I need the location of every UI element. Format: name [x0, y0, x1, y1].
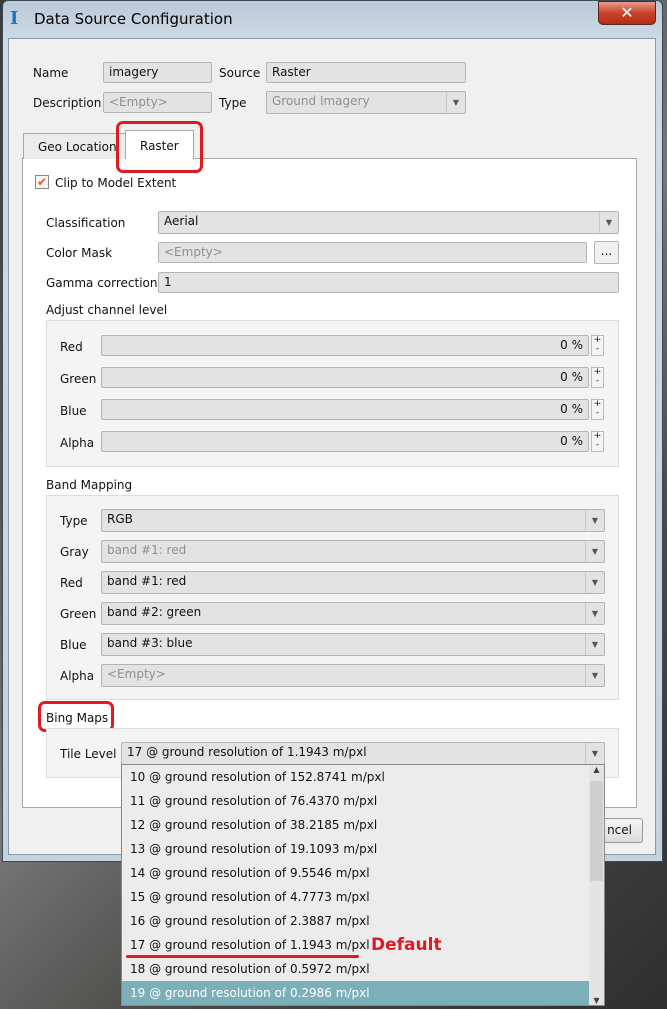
- dropdown-option[interactable]: 16 @ ground resolution of 2.3887 m/pxl: [122, 909, 590, 933]
- default-underline: [126, 955, 359, 958]
- name-label: Name: [33, 66, 69, 80]
- default-annotation: Default: [371, 935, 442, 955]
- gamma-input[interactable]: 1: [158, 272, 619, 293]
- band-label: Green: [60, 607, 97, 621]
- band-group-title: Band Mapping: [46, 478, 133, 492]
- color-mask-label: Color Mask: [46, 246, 113, 260]
- chevron-down-icon: ▼: [585, 743, 604, 764]
- tile-level-dropdown-list: 10 @ ground resolution of 152.8741 m/pxl…: [121, 764, 605, 1006]
- channel-spinner[interactable]: + -: [591, 399, 604, 420]
- channel-spinner[interactable]: + -: [591, 335, 604, 356]
- band-select[interactable]: band #1: red ▼: [101, 571, 605, 594]
- clip-checkbox[interactable]: ✔: [35, 175, 49, 189]
- chevron-down-icon: ▼: [585, 541, 604, 562]
- channel-label: Red: [60, 340, 83, 354]
- chevron-down-icon: ▼: [585, 510, 604, 531]
- app-icon: I: [10, 8, 19, 29]
- name-input[interactable]: imagery: [103, 62, 212, 83]
- tile-level-value: 17 @ ground resolution of 1.1943 m/pxl: [127, 745, 367, 759]
- tile-level-select[interactable]: 17 @ ground resolution of 1.1943 m/pxl ▼: [121, 742, 605, 765]
- channel-spinner[interactable]: + -: [591, 367, 604, 388]
- scroll-up-icon[interactable]: ▲: [589, 765, 604, 774]
- adjust-group-title: Adjust channel level: [46, 303, 168, 317]
- browse-button[interactable]: ...: [594, 241, 619, 264]
- band-label: Type: [60, 514, 88, 528]
- channel-input[interactable]: 0 %: [101, 335, 589, 356]
- tile-level-label: Tile Level: [60, 747, 117, 761]
- band-label: Gray: [60, 545, 89, 559]
- dropdown-option[interactable]: 19 @ ground resolution of 0.2986 m/pxl: [122, 981, 590, 1005]
- dropdown-option[interactable]: 14 @ ground resolution of 9.5546 m/pxl: [122, 861, 590, 885]
- band-label: Red: [60, 576, 83, 590]
- band-value: band #1: red: [107, 574, 187, 588]
- chevron-down-icon: ▼: [585, 634, 604, 655]
- dropdown-option[interactable]: 15 @ ground resolution of 4.7773 m/pxl: [122, 885, 590, 909]
- type-value: Ground Imagery: [272, 94, 370, 108]
- band-select[interactable]: band #2: green ▼: [101, 602, 605, 625]
- channel-input[interactable]: 0 %: [101, 399, 589, 420]
- dropdown-option[interactable]: 17 @ ground resolution of 1.1943 m/pxl: [122, 933, 590, 957]
- color-mask-input[interactable]: <Empty>: [158, 242, 587, 263]
- band-select[interactable]: RGB ▼: [101, 509, 605, 532]
- band-value: <Empty>: [107, 667, 166, 681]
- channel-spinner[interactable]: + -: [591, 431, 604, 452]
- band-value: band #1: red: [107, 543, 187, 557]
- clip-label: Clip to Model Extent: [55, 176, 177, 190]
- source-label: Source: [219, 66, 261, 80]
- band-select[interactable]: band #1: red ▼: [101, 540, 605, 563]
- band-value: band #3: blue: [107, 636, 193, 650]
- band-value: band #2: green: [107, 605, 202, 619]
- dropdown-option[interactable]: 11 @ ground resolution of 76.4370 m/pxl: [122, 789, 590, 813]
- band-select[interactable]: <Empty> ▼: [101, 664, 605, 687]
- dropdown-option[interactable]: 18 @ ground resolution of 0.5972 m/pxl: [122, 957, 590, 981]
- channel-label: Blue: [60, 404, 87, 418]
- classification-value: Aerial: [164, 214, 199, 228]
- dropdown-option[interactable]: 12 @ ground resolution of 38.2185 m/pxl: [122, 813, 590, 837]
- dropdown-option[interactable]: 13 @ ground resolution of 19.1093 m/pxl: [122, 837, 590, 861]
- band-value: RGB: [107, 512, 133, 526]
- scroll-down-icon[interactable]: ▼: [589, 996, 604, 1005]
- channel-input[interactable]: 0 %: [101, 431, 589, 452]
- description-input[interactable]: <Empty>: [103, 92, 212, 113]
- channel-input[interactable]: 0 %: [101, 367, 589, 388]
- chevron-down-icon: ▼: [585, 572, 604, 593]
- type-label: Type: [219, 96, 247, 110]
- highlight-raster-tab: [116, 121, 203, 173]
- description-label: Description: [33, 96, 102, 110]
- band-label: Alpha: [60, 669, 95, 683]
- type-select[interactable]: Ground Imagery ▼: [266, 91, 466, 114]
- chevron-down-icon: ▼: [585, 603, 604, 624]
- channel-label: Green: [60, 372, 97, 386]
- close-button[interactable]: ✕: [598, 1, 656, 25]
- classification-select[interactable]: Aerial ▼: [158, 211, 619, 234]
- gamma-label: Gamma correction: [46, 276, 158, 290]
- source-input[interactable]: Raster: [266, 62, 466, 83]
- window-title: Data Source Configuration: [34, 10, 233, 28]
- scrollbar-thumb[interactable]: [590, 781, 603, 881]
- band-label: Blue: [60, 638, 87, 652]
- channel-label: Alpha: [60, 436, 95, 450]
- band-select[interactable]: band #3: blue ▼: [101, 633, 605, 656]
- chevron-down-icon: ▼: [585, 665, 604, 686]
- chevron-down-icon: ▼: [599, 212, 618, 233]
- dropdown-option[interactable]: 10 @ ground resolution of 152.8741 m/pxl: [122, 765, 590, 789]
- classification-label: Classification: [46, 216, 126, 230]
- chevron-down-icon: ▼: [446, 92, 465, 113]
- scrollbar[interactable]: ▲ ▼: [589, 765, 604, 1005]
